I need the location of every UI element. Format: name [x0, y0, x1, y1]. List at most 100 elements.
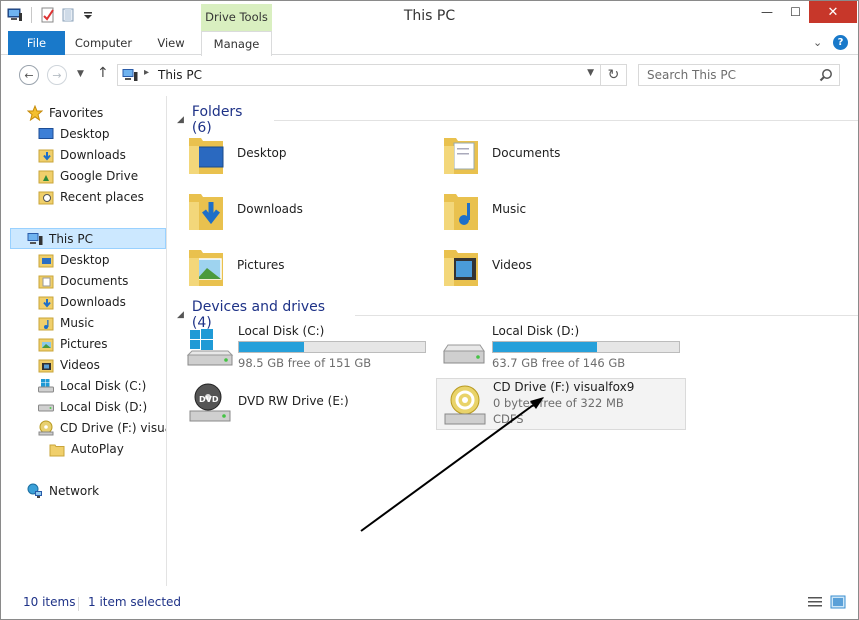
nav-favorites-downloads-label: Downloads [60, 147, 126, 162]
details-view-icon[interactable] [807, 595, 823, 609]
expand-ribbon-chevron-icon[interactable]: ⌄ [813, 36, 822, 49]
group-divider [274, 119, 858, 121]
nav-pc-cd-drive-f[interactable]: CD Drive (F:) visualfox9 [38, 417, 166, 438]
folder-music[interactable]: Music [442, 183, 526, 235]
cd-drive-icon [38, 420, 54, 435]
drive-f-name: CD Drive (F:) visualfox9 [493, 380, 635, 394]
collapse-triangle-icon[interactable]: ◢ [177, 310, 184, 320]
desktop-folder-icon [189, 138, 224, 174]
this-pc-icon [122, 69, 138, 81]
nav-favorites-google-drive[interactable]: Google Drive [38, 165, 138, 186]
back-button[interactable]: ← [19, 65, 39, 85]
search-input[interactable] [639, 65, 815, 85]
nav-pc-cd-drive-f-label: CD Drive (F:) visualfox9 [60, 420, 166, 435]
nav-pc-local-disk-c-label: Local Disk (C:) [60, 378, 147, 393]
pictures-folder-icon [38, 338, 54, 351]
drive-d-free-space: 63.7 GB free of 146 GB [492, 356, 626, 370]
network-icon [27, 483, 42, 498]
folder-documents[interactable]: Documents [442, 127, 560, 179]
videos-folder-icon [444, 250, 478, 286]
nav-pc-videos-label: Videos [60, 357, 100, 372]
close-button[interactable]: ✕ [809, 1, 857, 23]
dvd-icon-text: DVD [199, 395, 219, 404]
folder-downloads[interactable]: Downloads [187, 183, 303, 235]
folder-desktop[interactable]: Desktop [187, 127, 287, 179]
folder-videos[interactable]: Videos [442, 239, 532, 291]
hard-drive-icon [38, 404, 54, 411]
status-item-count: 10 items [23, 595, 76, 609]
drive-dvd-rw-e[interactable]: DVD DVD RW Drive (E:) [182, 378, 432, 430]
downloads-folder-icon [189, 194, 223, 230]
drive-c-usage-fill [239, 342, 305, 352]
large-icons-view-icon[interactable] [830, 595, 846, 609]
collapse-triangle-icon[interactable]: ◢ [177, 115, 184, 125]
folder-pictures-label: Pictures [237, 258, 285, 272]
music-folder-icon [38, 317, 54, 330]
window-title: This PC [403, 8, 456, 24]
nav-pc-local-disk-d[interactable]: Local Disk (D:) [38, 396, 147, 417]
this-pc-icon [27, 232, 43, 245]
windows-drive-icon [186, 329, 234, 366]
address-bar[interactable]: ▸ This PC ▼ [117, 64, 601, 86]
downloads-folder-icon [38, 296, 54, 309]
windows-drive-icon [38, 378, 54, 392]
folder-music-label: Music [492, 202, 527, 216]
documents-folder-icon [444, 138, 478, 174]
content-pane: ◢ Folders (6) Desktop Documents Download… [167, 96, 858, 586]
recent-locations-chevron-icon[interactable]: ▼ [77, 69, 84, 79]
nav-pc-local-disk-d-label: Local Disk (D:) [60, 399, 148, 414]
cd-drive-icon [444, 385, 486, 425]
folder-documents-label: Documents [492, 146, 561, 160]
nav-favorites-recent-places[interactable]: Recent places [38, 186, 144, 207]
nav-favorites-downloads[interactable]: Downloads [38, 144, 126, 165]
drive-cd-f[interactable]: CD Drive (F:) visualfox9 0 bytes free of… [436, 378, 686, 430]
drive-d-usage-fill [493, 342, 598, 352]
nav-autoplay[interactable]: AutoPlay [49, 438, 124, 459]
drive-local-disk-c[interactable]: Local Disk (C:) 98.5 GB free of 151 GB [182, 322, 432, 374]
tab-manage[interactable]: Manage [201, 31, 272, 56]
refresh-button[interactable]: ↻ [601, 64, 627, 86]
recent-places-icon [38, 191, 54, 204]
music-folder-icon [444, 194, 478, 230]
drive-f-free-space: 0 bytes free of 322 MB [493, 396, 624, 410]
nav-pc-pictures[interactable]: Pictures [38, 333, 108, 354]
maximize-button[interactable]: ☐ [782, 1, 809, 23]
nav-pc-music-label: Music [60, 315, 95, 330]
up-one-level-button[interactable]: ↑ [97, 65, 109, 81]
nav-pc-videos[interactable]: Videos [38, 354, 100, 375]
nav-pc-music[interactable]: Music [38, 312, 94, 333]
navigation-pane: Favorites Desktop Downloads Google Drive… [1, 96, 167, 586]
tab-file[interactable]: File [8, 31, 65, 55]
drive-e-name: DVD RW Drive (E:) [238, 394, 349, 408]
help-icon[interactable]: ? [833, 35, 848, 50]
videos-folder-icon [38, 359, 54, 372]
nav-this-pc-label: This PC [49, 231, 93, 246]
nav-pc-local-disk-c[interactable]: Local Disk (C:) [38, 375, 146, 396]
search-box[interactable] [638, 64, 840, 86]
nav-pc-desktop[interactable]: Desktop [38, 249, 110, 270]
forward-button[interactable]: → [47, 65, 67, 85]
minimize-button[interactable]: — [752, 1, 782, 23]
nav-favorites-google-drive-label: Google Drive [60, 168, 139, 183]
tab-view[interactable]: View [146, 31, 196, 55]
nav-pc-downloads[interactable]: Downloads [38, 291, 126, 312]
google-drive-icon [38, 170, 54, 183]
nav-favorites-desktop[interactable]: Desktop [38, 123, 110, 144]
title-bar: Drive Tools This PC — ☐ ✕ [1, 1, 858, 32]
nav-favorites[interactable]: Favorites [27, 102, 103, 123]
breadcrumb-chevron-icon[interactable]: ▸ [144, 67, 149, 78]
nav-network[interactable]: Network [27, 480, 99, 501]
drive-local-disk-d[interactable]: Local Disk (D:) 63.7 GB free of 146 GB [436, 322, 686, 374]
nav-this-pc[interactable]: This PC [10, 228, 166, 249]
address-dropdown-icon[interactable]: ▼ [587, 68, 594, 78]
nav-pc-documents[interactable]: Documents [38, 270, 128, 291]
desktop-icon [38, 127, 54, 139]
nav-pc-downloads-label: Downloads [60, 294, 126, 309]
folder-pictures[interactable]: Pictures [187, 239, 285, 291]
breadcrumb-this-pc[interactable]: This PC [158, 68, 202, 82]
status-divider [78, 597, 79, 611]
nav-favorites-label: Favorites [49, 105, 104, 120]
nav-pc-desktop-label: Desktop [60, 252, 110, 267]
tab-computer[interactable]: Computer [71, 31, 136, 55]
search-icon[interactable] [819, 68, 833, 82]
